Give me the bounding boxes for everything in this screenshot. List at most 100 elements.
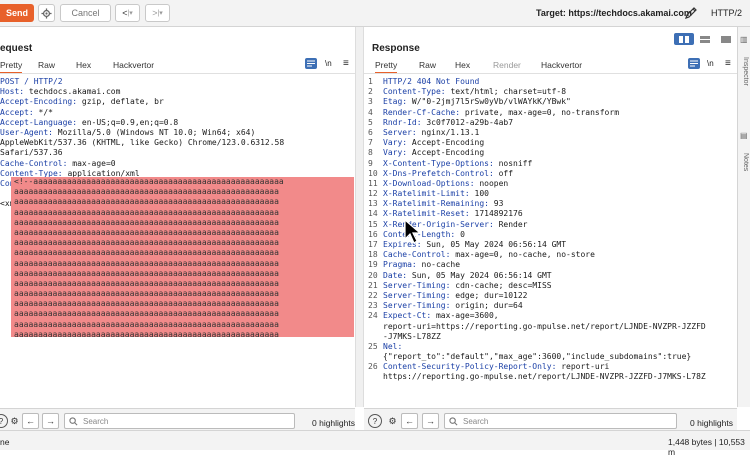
send-button[interactable]: Send [0,4,34,22]
response-line: https://reporting.go-mpulse.net/report/L… [383,372,706,382]
response-line: 22 Server-Timing: edge; dur=10122 [368,290,528,300]
response-line: 5 Rndr-Id: 3c0f7012-a29b-4ab7 [368,117,514,127]
request-line: Cache-Control: max-age=0 [0,158,116,168]
back-dropdown-icon[interactable]: |▾ [127,9,132,17]
layout-toggle-group [674,30,736,45]
response-tab-hackvertor[interactable]: Hackvertor [541,60,582,70]
target-url: Target: https://techdocs.akamai.com [536,8,692,18]
layout-side-by-side-icon[interactable] [674,33,694,45]
xml-payload-line: aaaaaaaaaaaaaaaaaaaaaaaaaaaaaaaaaaaaaaaa… [14,187,279,197]
request-title: equest [0,43,33,54]
response-highlights-count: 0 highlights [690,418,734,428]
response-tab-render[interactable]: Render [493,60,521,70]
response-line: 13 X-Ratelimit-Remaining: 93 [368,199,504,209]
request-menu-icon[interactable]: ≡ [343,58,349,69]
response-tab-raw[interactable]: Raw [419,60,436,70]
response-line: 2 Content-Type: text/html; charset=utf-8 [368,87,567,97]
request-newline-toggle[interactable]: \n [325,59,332,68]
forward-dropdown-icon[interactable]: |▾ [157,9,162,17]
response-line: 19 Pragma: no-cache [368,260,461,270]
response-help-icon[interactable]: ? [368,414,382,428]
request-next-match-button[interactable]: → [42,413,59,429]
request-line: Accept: */* [0,107,53,117]
response-tab-pretty[interactable]: Pretty [375,60,398,74]
forward-button[interactable]: > |▾ [145,4,170,22]
xml-payload-line: aaaaaaaaaaaaaaaaaaaaaaaaaaaaaaaaaaaaaaaa… [14,248,279,258]
request-wrap-toggle-icon[interactable] [305,58,317,69]
response-newline-toggle[interactable]: \n [707,59,714,68]
response-line: 3 Etag: W/"0-2jmj7l5rSw0yVb/vlWAYkK/YBwk" [368,97,571,107]
response-line: 4 Render-Cf-Cache: private, max-age=0, no… [368,107,620,117]
response-line: 20 Date: Sun, 05 May 2024 06:56:14 GMT [368,270,552,280]
xml-payload-line: aaaaaaaaaaaaaaaaaaaaaaaaaaaaaaaaaaaaaaaa… [14,258,279,268]
request-line: User-Agent: Mozilla/5.0 (Windows NT 10.0… [0,127,256,137]
response-line: 1 HTTP/2 404 Not Found [368,77,480,86]
xml-payload-line: aaaaaaaaaaaaaaaaaaaaaaaaaaaaaaaaaaaaaaaa… [14,268,279,278]
request-search-input[interactable]: Search [64,413,295,429]
response-line: report-uri=https://reporting.go-mpulse.n… [383,321,706,331]
layout-tabs-icon[interactable] [716,33,736,45]
response-line: 11 X-Download-Options: noopen [368,178,509,188]
response-line: 8 Vary: Accept-Encoding [368,148,485,158]
xml-payload-line: aaaaaaaaaaaaaaaaaaaaaaaaaaaaaaaaaaaaaaaa… [14,278,279,288]
mouse-cursor-icon [404,219,422,244]
response-wrap-toggle-icon[interactable] [688,58,700,69]
layout-stacked-icon[interactable] [695,33,715,45]
request-tab-pretty[interactable]: Pretty [0,60,23,74]
xml-payload-line: aaaaaaaaaaaaaaaaaaaaaaaaaaaaaaaaaaaaaaaa… [14,289,279,299]
response-size-timing: 1,448 bytes | 10,553 m [668,437,745,457]
xml-payload-line: aaaaaaaaaaaaaaaaaaaaaaaaaaaaaaaaaaaaaaaa… [14,329,279,337]
request-line: Host: techdocs.akamai.com [0,87,121,97]
xml-payload-line: aaaaaaaaaaaaaaaaaaaaaaaaaaaaaaaaaaaaaaaa… [14,238,279,248]
side-tab-inspector[interactable]: Inspector [742,57,749,86]
response-line: 23 Server-Timing: origin; dur=64 [368,301,523,311]
response-line: 24 Expect-Ct: max-age=3600, [368,311,499,321]
request-tab-hex[interactable]: Hex [76,60,91,70]
side-tab-notes[interactable]: Notes [742,153,749,171]
request-line: Safari/537.36 [0,148,63,158]
xml-payload-line: aaaaaaaaaaaaaaaaaaaaaaaaaaaaaaaaaaaaaaaa… [14,197,279,207]
response-pane: Response Pretty Raw Hex Render Hackverto… [364,27,737,432]
xml-payload-line: aaaaaaaaaaaaaaaaaaaaaaaaaaaaaaaaaaaaaaaa… [14,217,279,227]
request-line: Accept-Encoding: gzip, deflate, br [0,97,164,107]
response-line: 7 Vary: Accept-Encoding [368,138,485,148]
response-tab-hex[interactable]: Hex [455,60,470,70]
response-settings-gear-icon[interactable]: ⚙ [384,413,401,429]
response-prev-match-button[interactable]: ← [401,413,418,429]
notes-icon[interactable]: ▤ [740,131,748,140]
response-line: 25 Nel: [368,341,403,351]
request-tab-hackvertor[interactable]: Hackvertor [113,60,154,70]
status-bar: ne 1,448 bytes | 10,553 m [0,430,750,457]
pane-splitter[interactable] [355,27,364,407]
response-line: 21 Server-Timing: cdn-cache; desc=MISS [368,280,552,290]
http-version-selector[interactable]: HTTP/2 [711,8,742,18]
request-line: Accept-Language: en-US;q=0.9,en;q=0.8 [0,117,179,127]
edit-target-pencil-icon[interactable] [684,6,698,20]
search-icon [449,417,458,426]
response-line: -J7MKS-L78ZZ [383,331,441,341]
xml-payload-line: aaaaaaaaaaaaaaaaaaaaaaaaaaaaaaaaaaaaaaaa… [14,319,279,329]
gear-icon [41,7,52,19]
request-settings-gear-icon[interactable]: ⚙ [6,413,23,429]
response-line: 6 Server: nginx/1.13.1 [368,127,480,137]
response-search-bar: ? ⚙ ← → Search 0 highlights [364,408,737,432]
xml-payload-line: aaaaaaaaaaaaaaaaaaaaaaaaaaaaaaaaaaaaaaaa… [14,227,279,237]
response-menu-icon[interactable]: ≡ [725,58,731,69]
request-prev-match-button[interactable]: ← [22,413,39,429]
status-left-text: ne [0,437,10,447]
response-search-input[interactable]: Search [444,413,677,429]
back-button[interactable]: < |▾ [115,4,140,22]
request-line: AppleWebKit/537.36 (KHTML, like Gecko) C… [0,138,285,148]
response-title: Response [372,43,420,54]
xml-payload-line: <!--aaaaaaaaaaaaaaaaaaaaaaaaaaaaaaaaaaaa… [14,177,284,186]
response-line: 26 Content-Security-Policy-Report-Only: r… [368,362,610,372]
request-highlights-count: 0 highlights [312,418,356,428]
xml-payload-line: aaaaaaaaaaaaaaaaaaaaaaaaaaaaaaaaaaaaaaaa… [14,309,279,319]
request-line: POST / HTTP/2 [0,77,63,86]
side-tabs-icon[interactable]: ▥ [740,35,748,44]
top-toolbar: Send Cancel < |▾ > |▾ Target: https://tech… [0,0,750,27]
request-tab-raw[interactable]: Raw [38,60,55,70]
cancel-button[interactable]: Cancel [60,4,111,22]
response-next-match-button[interactable]: → [422,413,439,429]
settings-button[interactable] [38,4,55,22]
